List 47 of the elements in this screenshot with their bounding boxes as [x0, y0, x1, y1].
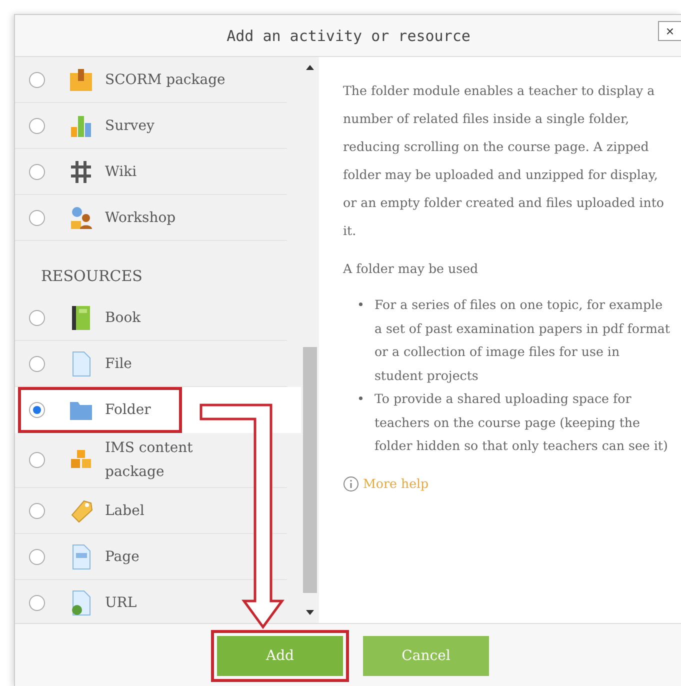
bullet-marker: •: [357, 296, 364, 314]
radio-button[interactable]: [29, 118, 45, 134]
option-label: Label: [105, 502, 144, 520]
book-icon: [69, 304, 93, 330]
radio-button[interactable]: [29, 72, 45, 88]
option-label: File: [105, 354, 132, 374]
option-label: SCORM package: [105, 70, 226, 90]
close-button[interactable]: ×: [658, 21, 681, 41]
option-label: IMS content package: [105, 439, 194, 482]
scroll-up-icon[interactable]: [306, 65, 314, 70]
radio-button[interactable]: [29, 502, 45, 518]
bullet-marker: •: [357, 390, 364, 408]
scrollbar[interactable]: [301, 57, 319, 623]
activity-option[interactable]: Survey: [15, 103, 287, 149]
option-label: Page: [105, 548, 140, 566]
activity-option[interactable]: Workshop: [15, 195, 287, 241]
option-label: Book: [105, 308, 141, 328]
radio-button[interactable]: [29, 452, 45, 468]
link-document-icon: [69, 590, 93, 616]
section-heading: RESOURCES: [40, 266, 144, 287]
option-label: Survey: [105, 116, 154, 136]
scroll-down-icon[interactable]: [306, 610, 314, 615]
info-icon: [343, 476, 359, 492]
bullet-item: For a series of files on one topic, for example a set of past examination papers in pdf format or a collection of image files for use in student projects: [374, 296, 670, 385]
radio-button[interactable]: [29, 356, 45, 372]
activity-option[interactable]: Wiki: [15, 149, 287, 195]
scrollbar-thumb[interactable]: [303, 347, 317, 593]
option-label: URL: [105, 594, 137, 612]
activity-option[interactable]: Book: [15, 295, 287, 341]
radio-button[interactable]: [29, 594, 45, 610]
bullet-item: To provide a shared uploading space for teachers on the course page (keeping the folder hidden so that only teachers can see it): [374, 390, 669, 455]
people-icon: [69, 204, 93, 230]
description-text: A folder may be used: [343, 260, 480, 278]
tag-icon: [69, 498, 93, 524]
radio-button[interactable]: [29, 210, 45, 226]
radio-button[interactable]: [29, 164, 45, 180]
radio-button[interactable]: [29, 548, 45, 564]
radio-button[interactable]: [29, 310, 45, 326]
package-icon: [69, 66, 93, 92]
activity-option[interactable]: SCORM package: [15, 57, 287, 103]
option-label: Wiki: [105, 162, 137, 182]
dialog-title: Add an activity or resource: [226, 26, 470, 44]
description-text: The folder module enables a teacher to display a number of related files inside a single folder, reducing scrolling on the course page. A zipped folder may be uploaded and unzipped for display, or an empty folder created and files uploaded into it.: [343, 82, 665, 240]
option-label: Folder: [105, 400, 151, 420]
radio-button[interactable]: [29, 402, 45, 418]
option-label: Workshop: [105, 208, 176, 228]
wiki-icon: [69, 158, 93, 184]
